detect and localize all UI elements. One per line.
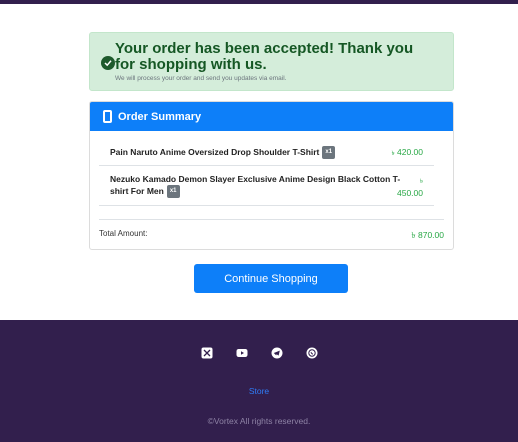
- whatsapp-icon[interactable]: [306, 347, 318, 359]
- order-summary-header: Order Summary: [90, 102, 453, 131]
- top-bar: [0, 0, 518, 4]
- order-item: Nezuko Kamado Demon Slayer Exclusive Ani…: [99, 166, 434, 206]
- order-summary-card: Order Summary Pain Naruto Anime Oversize…: [89, 101, 454, 250]
- item-qty-badge: x1: [166, 185, 180, 198]
- total-label: Total Amount:: [99, 229, 148, 238]
- store-link[interactable]: Store: [0, 386, 518, 396]
- order-summary-title: Order Summary: [118, 110, 202, 123]
- mobile-icon: [103, 110, 112, 123]
- telegram-icon[interactable]: [271, 347, 283, 359]
- alert-title: Your order has been accepted! Thank you …: [115, 40, 414, 73]
- footer: Store ©Vortex All rights reserved.: [0, 320, 518, 442]
- item-price: ৳ 450.00: [397, 179, 423, 198]
- divider: [99, 219, 444, 220]
- alert-subtitle: We will process your order and send you …: [115, 75, 287, 82]
- social-links: [0, 347, 518, 359]
- x-twitter-icon[interactable]: [201, 347, 213, 359]
- check-circle-icon: [101, 56, 115, 70]
- youtube-icon[interactable]: [236, 347, 248, 359]
- item-price: ৳ 420.00: [391, 147, 423, 157]
- item-qty-badge: x1: [322, 146, 336, 159]
- item-name: Pain Naruto Anime Oversized Drop Shoulde…: [110, 146, 320, 157]
- copyright-text: ©Vortex All rights reserved.: [207, 416, 311, 426]
- total-amount-row: Total Amount: ৳ 870.00: [99, 229, 444, 240]
- total-value: ৳ 870.00: [411, 230, 444, 240]
- item-name: Nezuko Kamado Demon Slayer Exclusive Ani…: [110, 174, 401, 196]
- order-item: Pain Naruto Anime Oversized Drop Shoulde…: [99, 136, 434, 166]
- order-success-alert: Your order has been accepted! Thank you …: [89, 32, 454, 91]
- continue-shopping-button[interactable]: Continue Shopping: [194, 264, 348, 293]
